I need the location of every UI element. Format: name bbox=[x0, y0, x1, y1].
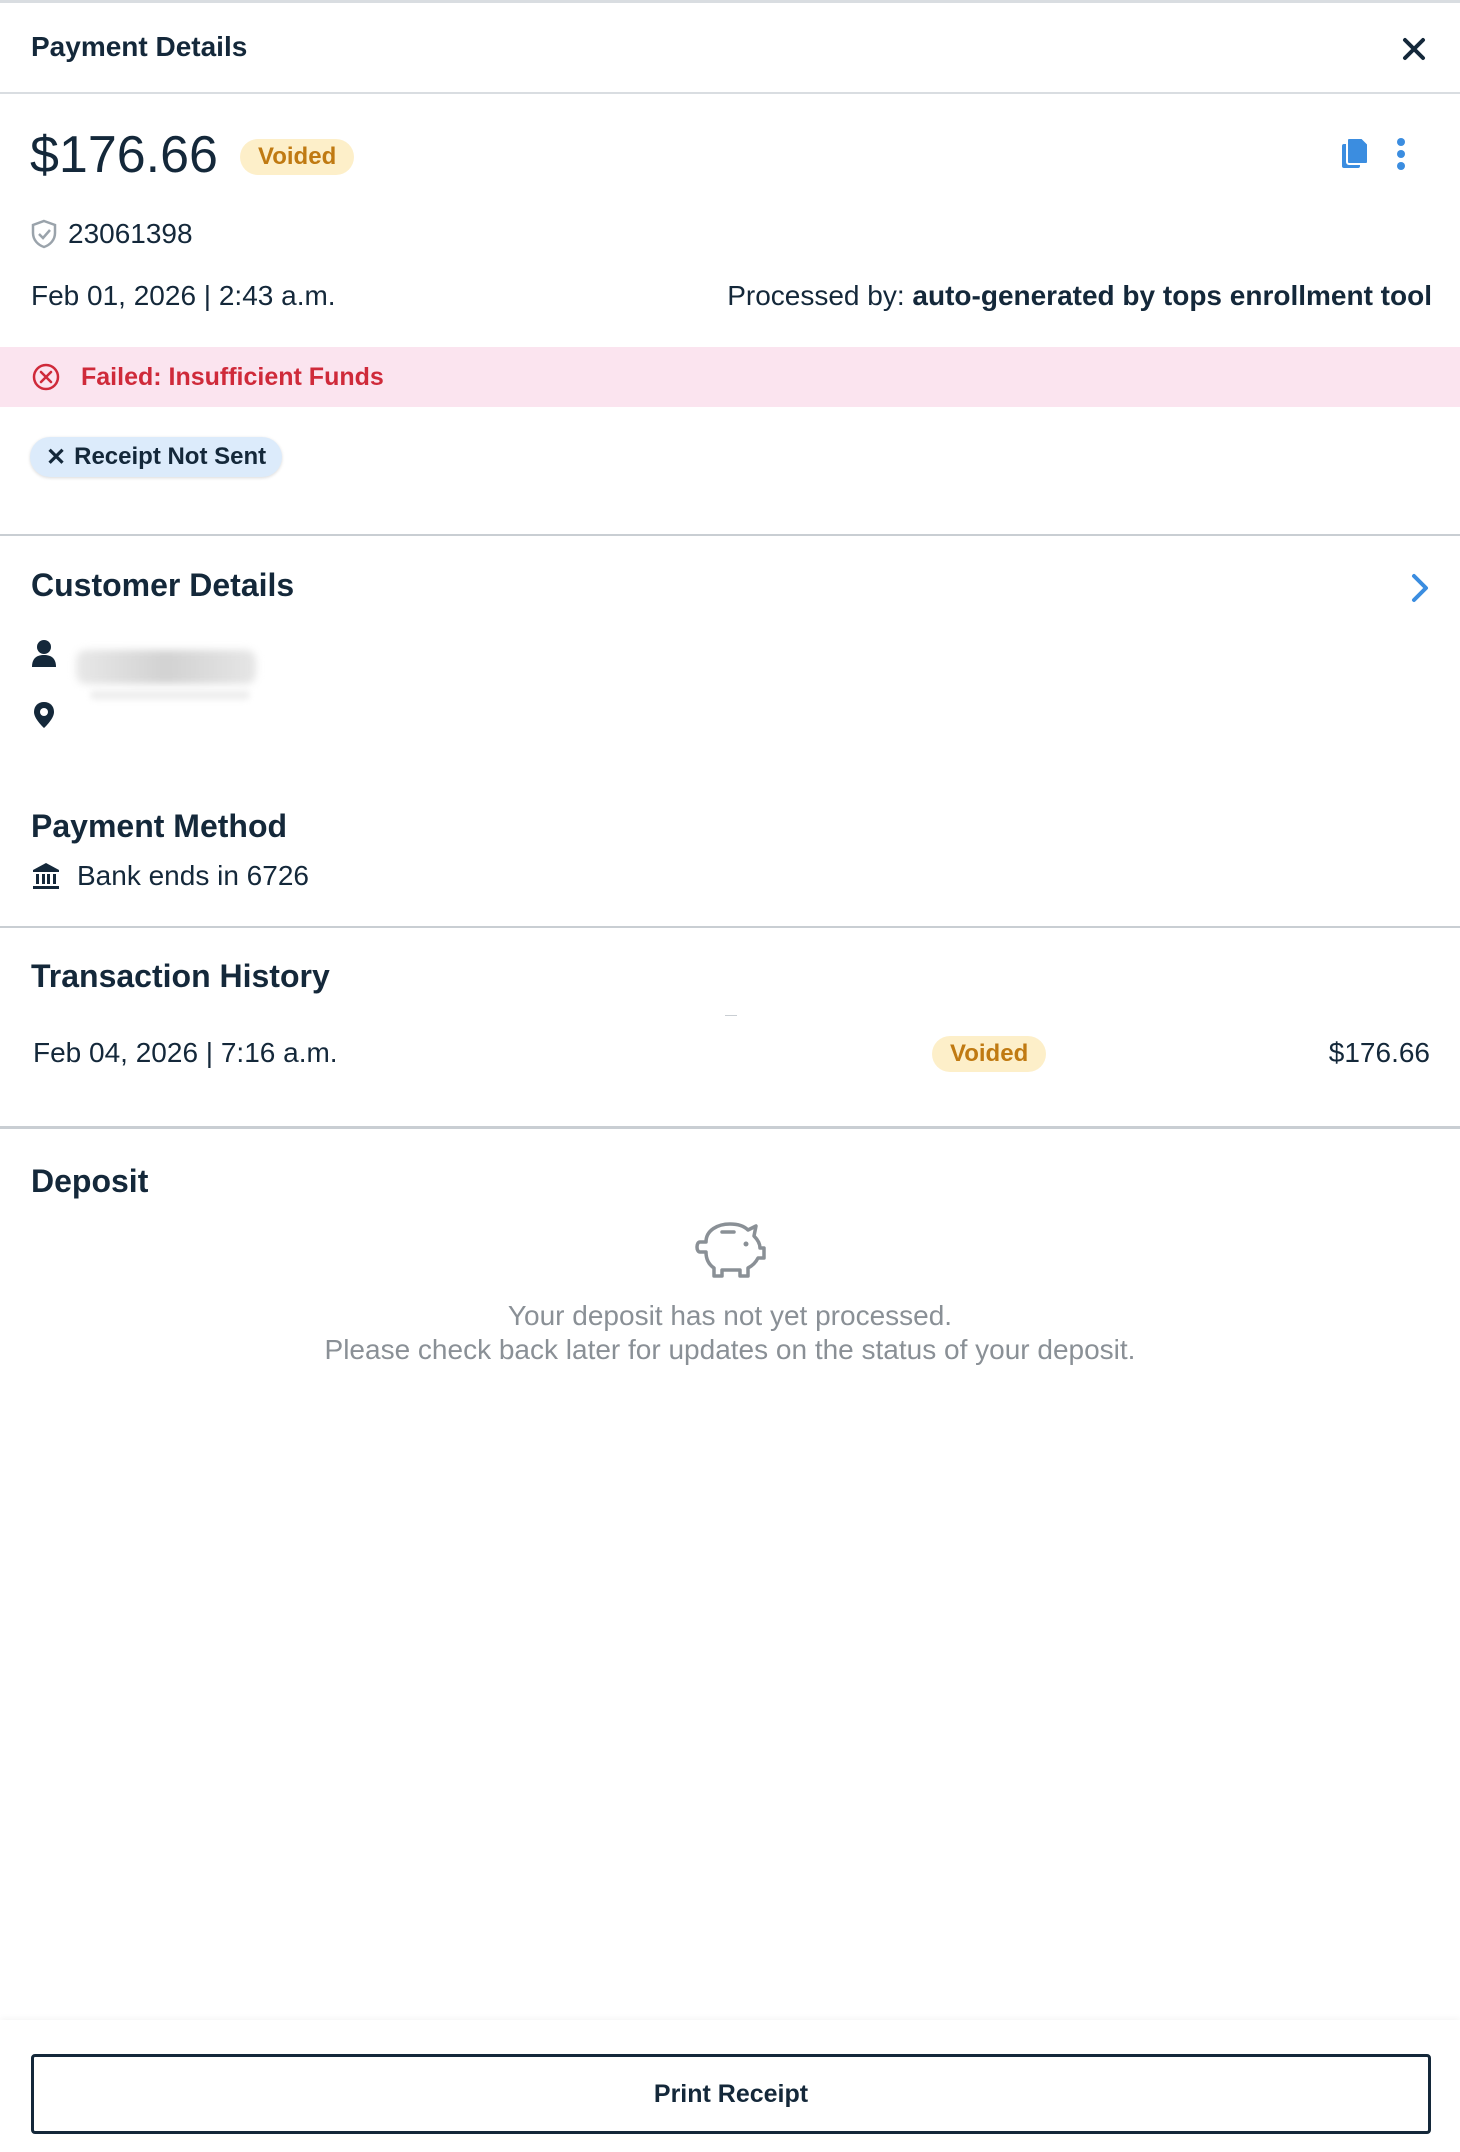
payment-details-panel: Payment Details $176.66 Voided 23061398 … bbox=[0, 0, 1460, 2152]
divider bbox=[0, 534, 1460, 536]
history-status-badge: Voided bbox=[932, 1036, 1047, 1072]
history-amount: $176.66 bbox=[1328, 1037, 1430, 1068]
divider bbox=[0, 926, 1460, 928]
history-date: Feb 04, 2026 | 7:16 a.m. bbox=[33, 1037, 338, 1068]
payment-amount: $176.66 bbox=[30, 126, 218, 184]
transaction-id-row: 23061398 bbox=[30, 216, 193, 252]
panel-title: Payment Details bbox=[31, 31, 248, 62]
more-options-button[interactable] bbox=[1392, 136, 1410, 172]
chevron-right-icon bbox=[1412, 574, 1428, 602]
payment-date: Feb 01, 2026 | 2:43 a.m. bbox=[31, 280, 336, 311]
receipt-status-chip[interactable]: ✕ Receipt Not Sent bbox=[30, 437, 283, 477]
transaction-history-title: Transaction History bbox=[31, 958, 330, 994]
transaction-id: 23061398 bbox=[68, 218, 193, 249]
copy-button[interactable] bbox=[1340, 136, 1370, 170]
failure-banner: Failed: Insufficient Funds bbox=[0, 347, 1460, 407]
processed-by: Processed by: auto-generated by tops enr… bbox=[727, 280, 1432, 312]
error-circle-icon bbox=[32, 363, 60, 391]
person-icon bbox=[32, 640, 56, 667]
deposit-empty-state: Your deposit has not yet processed. Plea… bbox=[0, 1212, 1460, 1367]
customer-details-title: Customer Details bbox=[31, 567, 295, 603]
deposit-message-line1: Your deposit has not yet processed. bbox=[507, 1300, 953, 1331]
payment-method-text: Bank ends in 6726 bbox=[77, 860, 309, 891]
location-pin-icon bbox=[34, 702, 54, 728]
bank-icon bbox=[33, 863, 59, 889]
processed-by-label: Processed by: bbox=[727, 280, 913, 311]
divider bbox=[0, 1126, 1460, 1129]
status-badge: Voided bbox=[240, 139, 355, 175]
deposit-title: Deposit bbox=[31, 1163, 149, 1199]
more-vertical-icon bbox=[1397, 138, 1405, 170]
print-receipt-button[interactable]: Print Receipt bbox=[31, 2054, 1431, 2134]
close-icon: ✕ bbox=[46, 443, 67, 471]
customer-name-redacted bbox=[76, 650, 256, 684]
payment-method-row: Bank ends in 6726 bbox=[31, 860, 309, 892]
customer-address-redacted bbox=[90, 690, 250, 700]
close-icon bbox=[1403, 38, 1425, 60]
deposit-message-line2: Please check back later for updates on t… bbox=[324, 1334, 1136, 1365]
copy-icon bbox=[1342, 137, 1369, 168]
close-button[interactable] bbox=[1396, 31, 1432, 67]
failure-message: Failed: Insufficient Funds bbox=[81, 362, 384, 391]
divider bbox=[725, 1015, 737, 1016]
customer-details-link[interactable] bbox=[1408, 570, 1432, 606]
piggy-bank-icon bbox=[695, 1222, 766, 1278]
processed-by-value: auto-generated by tops enrollment tool bbox=[912, 280, 1432, 311]
payment-method-title: Payment Method bbox=[31, 808, 288, 844]
receipt-status-label: Receipt Not Sent bbox=[74, 443, 267, 470]
shield-check-icon bbox=[31, 219, 57, 249]
panel-header: Payment Details bbox=[0, 0, 1460, 94]
